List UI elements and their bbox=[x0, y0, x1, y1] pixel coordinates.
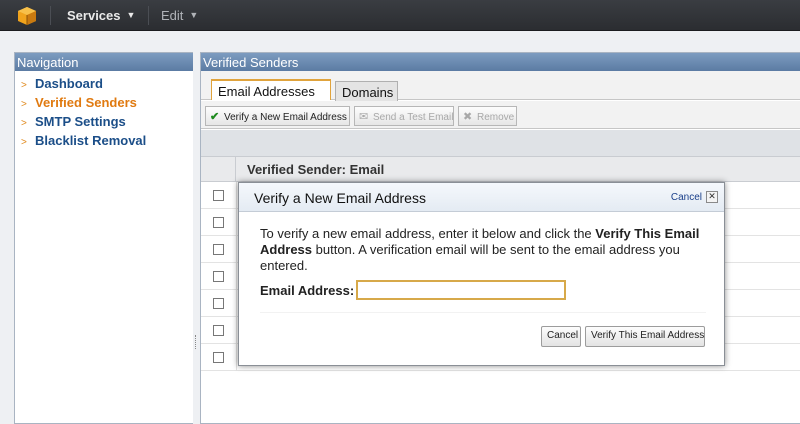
nav-item-smtp-settings[interactable]: > SMTP Settings bbox=[15, 112, 193, 131]
tab-bar: Email Addresses Domains bbox=[201, 71, 800, 101]
table-header: Verified Sender: Email bbox=[201, 157, 800, 182]
dialog-message: To verify a new email address, enter it … bbox=[260, 226, 710, 274]
navigation-panel-title: Navigation bbox=[15, 53, 193, 71]
close-icon[interactable]: ✕ bbox=[706, 191, 718, 203]
column-divider bbox=[236, 236, 237, 263]
edit-menu-label: Edit bbox=[161, 8, 184, 23]
chevron-down-icon: ▼ bbox=[189, 10, 199, 20]
email-address-input[interactable] bbox=[356, 280, 566, 300]
top-navigation-bar: Services ▼ Edit ▼ bbox=[0, 0, 800, 31]
table-filter-bar bbox=[201, 130, 800, 157]
services-menu[interactable]: Services ▼ bbox=[67, 8, 135, 23]
toolbar: ✔ Verify a New Email Address ✉ Send a Test… bbox=[201, 101, 800, 129]
row-checkbox[interactable] bbox=[213, 352, 224, 363]
row-checkbox[interactable] bbox=[213, 217, 224, 228]
remove-button[interactable]: ✖ Remove bbox=[458, 106, 517, 126]
verify-email-dialog: Verify a New Email Address Cancel ✕ To v… bbox=[238, 182, 725, 366]
nav-item-dashboard[interactable]: > Dashboard bbox=[15, 74, 193, 93]
nav-item-label: SMTP Settings bbox=[35, 114, 126, 129]
chevron-right-icon: > bbox=[21, 137, 27, 148]
dialog-divider bbox=[260, 312, 706, 313]
navigation-panel: Navigation > Dashboard > Verified Senders … bbox=[14, 52, 194, 424]
services-menu-label: Services bbox=[67, 8, 121, 23]
row-checkbox[interactable] bbox=[213, 271, 224, 282]
column-divider bbox=[236, 317, 237, 344]
splitter-grip-icon[interactable] bbox=[195, 335, 197, 349]
topbar-divider bbox=[148, 6, 149, 25]
column-divider bbox=[236, 290, 237, 317]
send-test-email-label: Send a Test Email bbox=[373, 112, 454, 123]
nav-item-label: Blacklist Removal bbox=[35, 133, 147, 148]
verify-this-email-button[interactable]: Verify This Email Address bbox=[585, 326, 705, 347]
nav-item-label: Dashboard bbox=[35, 76, 103, 91]
dialog-cancel-link[interactable]: Cancel bbox=[671, 192, 702, 203]
topbar-divider bbox=[50, 6, 51, 25]
column-divider bbox=[236, 209, 237, 236]
nav-item-blacklist-removal[interactable]: > Blacklist Removal bbox=[15, 131, 193, 150]
select-column-header bbox=[201, 157, 236, 182]
row-checkbox[interactable] bbox=[213, 190, 224, 201]
nav-item-verified-senders[interactable]: > Verified Senders bbox=[15, 93, 193, 112]
remove-icon: ✖ bbox=[463, 111, 473, 123]
dialog-message-text: To verify a new email address, enter it … bbox=[260, 226, 596, 241]
panel-splitter[interactable] bbox=[193, 52, 200, 424]
aws-logo-icon[interactable] bbox=[17, 6, 37, 26]
main-panel-title: Verified Senders bbox=[201, 53, 800, 71]
column-header-email[interactable]: Verified Sender: Email bbox=[247, 162, 384, 177]
edit-menu[interactable]: Edit ▼ bbox=[161, 8, 198, 23]
row-checkbox[interactable] bbox=[213, 298, 224, 309]
column-divider bbox=[236, 182, 237, 209]
navigation-list: > Dashboard > Verified Senders > SMTP Setti… bbox=[15, 71, 193, 150]
green-check-icon: ✔ bbox=[210, 111, 220, 123]
chevron-down-icon: ▼ bbox=[126, 10, 136, 20]
column-divider bbox=[236, 344, 237, 371]
send-test-email-button[interactable]: ✉ Send a Test Email bbox=[354, 106, 454, 126]
email-address-label: Email Address: bbox=[260, 283, 355, 298]
tab-email-addresses[interactable]: Email Addresses bbox=[211, 79, 331, 100]
verify-new-email-button[interactable]: ✔ Verify a New Email Address bbox=[205, 106, 350, 126]
remove-label: Remove bbox=[477, 112, 515, 123]
dialog-header: Verify a New Email Address Cancel ✕ bbox=[239, 183, 724, 212]
nav-item-label: Verified Senders bbox=[35, 95, 137, 110]
row-checkbox[interactable] bbox=[213, 244, 224, 255]
row-checkbox[interactable] bbox=[213, 325, 224, 336]
verify-new-email-label: Verify a New Email Address bbox=[224, 112, 347, 123]
header-spacer bbox=[0, 31, 800, 51]
cancel-button[interactable]: Cancel bbox=[541, 326, 581, 347]
dialog-message-text: button. A verification email will be sen… bbox=[260, 242, 680, 273]
dialog-title: Verify a New Email Address bbox=[254, 190, 426, 206]
email-icon: ✉ bbox=[359, 111, 369, 123]
column-divider bbox=[236, 263, 237, 290]
tab-domains[interactable]: Domains bbox=[335, 81, 398, 101]
